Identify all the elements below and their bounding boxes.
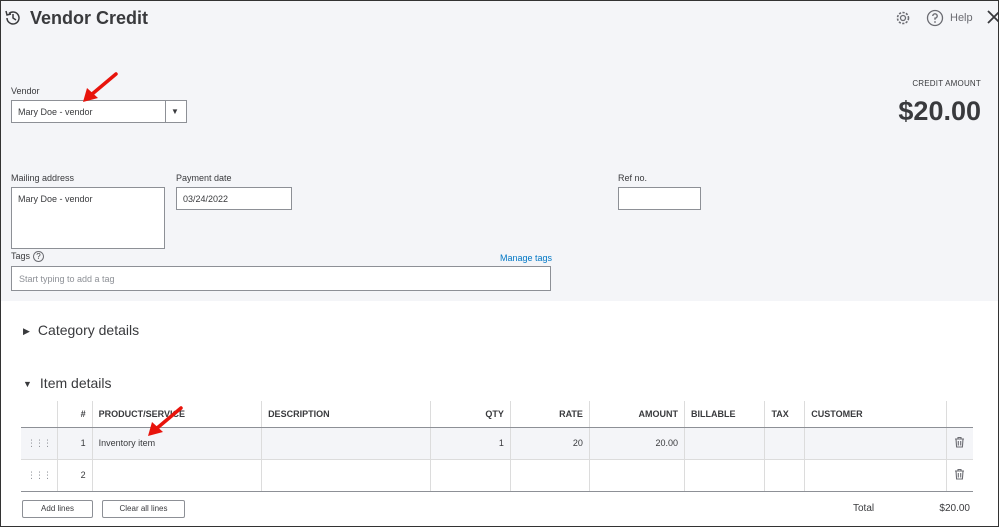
trash-icon[interactable] <box>945 459 973 492</box>
qty-cell[interactable] <box>429 459 511 492</box>
category-details-label: Category details <box>37 322 140 338</box>
mailing-address-label: Mailing address <box>11 173 75 183</box>
gear-icon[interactable] <box>894 9 912 27</box>
ref-no-field[interactable] <box>618 187 701 210</box>
product-cell[interactable] <box>91 459 262 492</box>
payment-date-field[interactable]: 03/24/2022 <box>176 187 292 210</box>
vendor-label: Vendor <box>11 86 40 96</box>
page-title: Vendor Credit <box>30 8 149 28</box>
header-amount: AMOUNT <box>588 401 685 428</box>
help-icon[interactable] <box>926 9 944 27</box>
row-number: 1 <box>57 427 93 460</box>
total-label: Total <box>853 503 875 514</box>
tags-label: Tags <box>11 251 31 261</box>
header-rate: RATE <box>509 401 590 428</box>
tags-input[interactable]: Start typing to add a tag <box>11 266 551 291</box>
help-label[interactable]: Help <box>950 12 973 24</box>
billable-cell[interactable] <box>683 427 765 460</box>
drag-handle-icon[interactable]: ⋮⋮⋮ <box>21 427 58 460</box>
payment-date-value: 03/24/2022 <box>183 194 229 204</box>
description-cell[interactable] <box>261 427 431 460</box>
amount-cell[interactable] <box>588 459 685 492</box>
triangle-down-icon: ▼ <box>23 379 32 390</box>
mailing-address-value: Mary Doe - vendor <box>18 194 93 204</box>
description-cell[interactable] <box>261 459 431 492</box>
credit-amount-label: CREDIT AMOUNT <box>912 79 981 88</box>
annotation-arrow <box>83 72 118 102</box>
add-lines-button[interactable]: Add lines <box>22 500 93 518</box>
header-actions <box>945 401 973 428</box>
item-details-toggle[interactable]: ▼ Item details <box>23 375 112 391</box>
question-icon[interactable]: ? <box>33 251 45 263</box>
mailing-address-field[interactable]: Mary Doe - vendor <box>11 187 165 249</box>
payment-date-label: Payment date <box>176 173 232 183</box>
header-qty: QTY <box>429 401 511 428</box>
rate-cell[interactable]: 20 <box>509 427 590 460</box>
table-row[interactable]: ⋮⋮⋮ 2 <box>21 459 973 492</box>
header-tax: TAX <box>764 401 805 428</box>
customer-cell[interactable] <box>804 427 947 460</box>
header-billable: BILLABLE <box>683 401 765 428</box>
tax-cell[interactable] <box>764 427 805 460</box>
header-customer: CUSTOMER <box>804 401 947 428</box>
credit-amount-value: $20.00 <box>898 96 981 126</box>
billable-cell[interactable] <box>683 459 765 492</box>
chevron-down-icon[interactable]: ▼ <box>171 107 179 116</box>
category-details-toggle[interactable]: ▶ Category details <box>23 322 139 338</box>
row-number: 2 <box>57 459 93 492</box>
triangle-right-icon: ▶ <box>23 325 30 336</box>
customer-cell[interactable] <box>804 459 947 492</box>
vendor-value: Mary Doe - vendor <box>18 107 93 117</box>
annotation-arrow <box>148 406 183 436</box>
ref-no-label: Ref no. <box>618 173 648 183</box>
vendor-credit-window: Vendor Credit Help Vendor Mary Doe - ven… <box>0 0 999 527</box>
item-details-label: Item details <box>39 375 112 391</box>
drag-handle-icon[interactable]: ⋮⋮⋮ <box>21 459 58 492</box>
tags-label-row: Tags? <box>11 251 45 263</box>
tax-cell[interactable] <box>764 459 805 492</box>
history-icon[interactable] <box>3 8 23 28</box>
tags-placeholder: Start typing to add a tag <box>19 274 115 284</box>
trash-icon[interactable] <box>945 427 973 460</box>
rate-cell[interactable] <box>509 459 590 492</box>
close-icon[interactable] <box>986 9 999 25</box>
total-value: $20.00 <box>939 503 970 514</box>
clear-all-lines-button[interactable]: Clear all lines <box>102 500 185 518</box>
header-description: DESCRIPTION <box>261 401 431 428</box>
qty-cell[interactable]: 1 <box>429 427 511 460</box>
dropdown-divider <box>165 101 166 122</box>
manage-tags-link[interactable]: Manage tags <box>500 253 552 263</box>
header-number: # <box>57 401 93 428</box>
header-drag <box>21 401 58 428</box>
amount-cell[interactable]: 20.00 <box>588 427 685 460</box>
